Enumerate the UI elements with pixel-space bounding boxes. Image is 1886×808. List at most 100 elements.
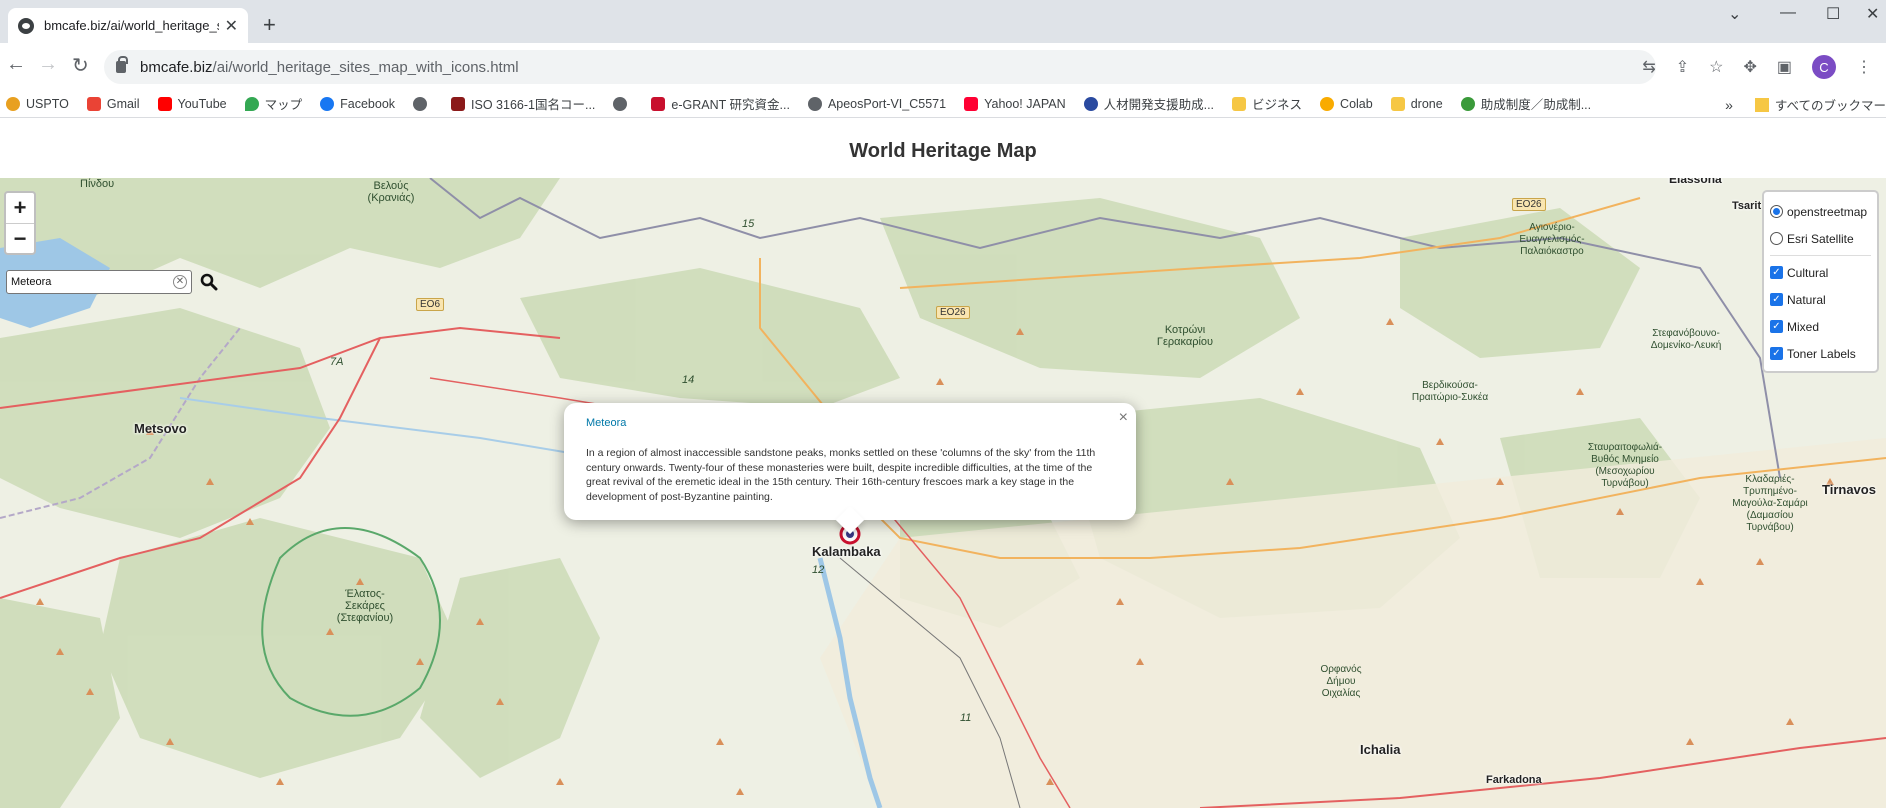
lock-icon — [116, 56, 128, 73]
iso-icon — [451, 96, 466, 111]
town-label: Farkadona — [1486, 774, 1542, 786]
browser-toolbar: ← → ↻ bmcafe.biz/ai/world_heritage_sites… — [0, 43, 1886, 90]
maximize-button[interactable]: ☐ — [1826, 4, 1840, 24]
map-label: Σταυραιτοφωλιά-Βυθός Μνημείο (Μεσοχωρίου… — [1587, 442, 1663, 489]
overlay-toner-labels[interactable]: ✓ Toner Labels — [1770, 340, 1871, 367]
tab-active[interactable]: bmcafe.biz/ai/world_heritage_sit ✕ — [8, 8, 248, 43]
close-window-button[interactable]: ✕ — [1866, 4, 1879, 24]
zoom-in-button[interactable]: + — [6, 193, 34, 223]
road-shield: EO26 — [936, 306, 970, 319]
search-button[interactable] — [196, 270, 222, 294]
bookmark-gmail[interactable]: Gmail — [86, 96, 140, 111]
checkbox-checked-icon[interactable]: ✓ — [1770, 320, 1783, 333]
map-label: Βερδικούσα-Πραιτώριο-Συκέα — [1411, 380, 1489, 403]
bookmark-drone-folder[interactable]: drone — [1390, 96, 1443, 111]
map-label: Κλαδαριές-Τρυπημένο-Μαγούλα-Σαμάρι (Δαμα… — [1732, 474, 1808, 533]
popup-title[interactable]: Meteora — [586, 417, 1114, 429]
bookmark-business-folder[interactable]: ビジネス — [1232, 94, 1302, 113]
layer-control: openstreetmap Esri Satellite ✓ Cultural … — [1762, 190, 1879, 373]
overlay-mixed[interactable]: ✓ Mixed — [1770, 313, 1871, 340]
checkbox-checked-icon[interactable]: ✓ — [1770, 347, 1783, 360]
mhlw-icon — [1083, 96, 1098, 111]
search-input[interactable]: Meteora ✕ — [6, 270, 192, 294]
bookmark-star-icon[interactable]: ☆ — [1709, 57, 1723, 77]
tab-close-icon[interactable]: ✕ — [225, 16, 238, 36]
search-input-value: Meteora — [11, 276, 52, 288]
bookmark-youtube[interactable]: YouTube — [157, 96, 227, 111]
road-number: 12 — [812, 564, 825, 576]
translate-icon[interactable]: ⇆ — [1642, 57, 1655, 77]
base-layer-openstreetmap[interactable]: openstreetmap — [1770, 198, 1871, 225]
all-bookmarks[interactable]: すべてのブックマー — [1775, 95, 1886, 114]
town-label: Tirnavos — [1822, 482, 1876, 497]
clear-search-icon[interactable]: ✕ — [173, 275, 187, 289]
gmail-icon — [86, 96, 101, 111]
forward-button[interactable]: → — [38, 53, 58, 76]
radio-unselected-icon[interactable] — [1770, 232, 1783, 245]
tab-title: bmcafe.biz/ai/world_heritage_sit — [44, 18, 219, 33]
tab-search-icon[interactable]: ⌄ — [1728, 4, 1741, 24]
bookmark-apeosport[interactable]: ApeosPort-VI_C5571 — [807, 96, 946, 111]
road-number: 15 — [742, 218, 755, 230]
popup-description: In a region of almost inaccessible sands… — [586, 447, 1096, 503]
popup-close-button[interactable]: × — [1119, 409, 1128, 427]
road-number: 11 — [960, 712, 972, 724]
town-label: Tsarit — [1732, 200, 1762, 212]
youtube-icon — [157, 96, 172, 111]
address-bar[interactable]: bmcafe.biz/ai/world_heritage_sites_map_w… — [104, 50, 1656, 84]
bookmark-globe[interactable] — [413, 96, 433, 111]
radio-selected-icon[interactable] — [1770, 205, 1783, 218]
checkbox-checked-icon[interactable]: ✓ — [1770, 293, 1783, 306]
globe-icon — [413, 96, 428, 111]
checkbox-checked-icon[interactable]: ✓ — [1770, 266, 1783, 279]
folder-icon — [1754, 97, 1769, 112]
menu-icon[interactable]: ⋮ — [1856, 57, 1872, 77]
tab-strip: bmcafe.biz/ai/world_heritage_sit ✕ + ⌄ —… — [0, 0, 1886, 43]
town-label: Kalambaka — [812, 544, 881, 559]
road-number: 14 — [682, 374, 695, 386]
map-search: Meteora ✕ — [6, 270, 222, 294]
bookmark-uspto[interactable]: USPTO — [6, 96, 69, 111]
town-label: Ichalia — [1360, 742, 1401, 757]
zoom-control: + − — [4, 191, 36, 255]
site-popup: × Meteora In a region of almost inaccess… — [564, 403, 1136, 520]
globe-icon — [807, 96, 822, 111]
maps-icon — [244, 96, 259, 111]
base-layer-esri-satellite[interactable]: Esri Satellite — [1770, 225, 1871, 252]
bookmark-iso3166[interactable]: ISO 3166-1国名コー... — [451, 94, 595, 113]
url-path: /ai/world_heritage_sites_map_with_icons.… — [212, 58, 519, 76]
new-tab-button[interactable]: + — [263, 12, 276, 38]
road-shield: EO26 — [1512, 198, 1546, 211]
bookmark-jinzai[interactable]: 人材開発支援助成... — [1083, 94, 1214, 113]
yahoo-icon — [964, 96, 979, 111]
zoom-out-button[interactable]: − — [6, 223, 34, 253]
bookmark-colab[interactable]: Colab — [1320, 96, 1373, 111]
side-panel-icon[interactable]: ▣ — [1777, 57, 1792, 77]
url-host: bmcafe.biz — [140, 58, 213, 76]
overlay-cultural[interactable]: ✓ Cultural — [1770, 259, 1871, 286]
minimize-button[interactable]: — — [1780, 4, 1796, 22]
uspto-icon — [6, 96, 20, 111]
back-button[interactable]: ← — [6, 53, 26, 76]
bookmark-egrant[interactable]: e-GRANT 研究資金... — [651, 94, 790, 113]
folder-icon — [1232, 96, 1247, 111]
map-label: Ορφανός Δήμου Οιχαλίας — [1320, 664, 1362, 699]
map-label: Αγιονέριο-Ευαγγελισμός-Παλαιόκαστρο — [1519, 222, 1585, 257]
bookmark-facebook[interactable]: Facebook — [320, 96, 395, 111]
map-label: Πίνδου — [80, 178, 115, 190]
share-icon[interactable]: ⇪ — [1676, 57, 1689, 77]
site-favicon-icon — [18, 17, 34, 34]
bookmarks-bar: USPTO Gmail YouTube マップ Facebook ISO 316… — [0, 90, 1886, 118]
overlay-natural[interactable]: ✓ Natural — [1770, 286, 1871, 313]
bookmark-maps[interactable]: マップ — [244, 94, 302, 113]
reload-button[interactable]: ↻ — [72, 53, 89, 78]
globe-icon — [613, 96, 628, 111]
extensions-icon[interactable]: ✥ — [1743, 57, 1756, 77]
bookmark-globe-2[interactable] — [613, 96, 633, 111]
search-icon — [200, 273, 218, 291]
bookmark-yahoo[interactable]: Yahoo! JAPAN — [964, 96, 1066, 111]
map-label: Κοτρώνι Γερακαρίου — [1156, 324, 1214, 348]
profile-avatar[interactable]: C — [1812, 55, 1836, 79]
bookmark-josei[interactable]: 助成制度／助成制... — [1460, 94, 1591, 113]
more-bookmarks-icon[interactable]: » — [1725, 97, 1733, 113]
